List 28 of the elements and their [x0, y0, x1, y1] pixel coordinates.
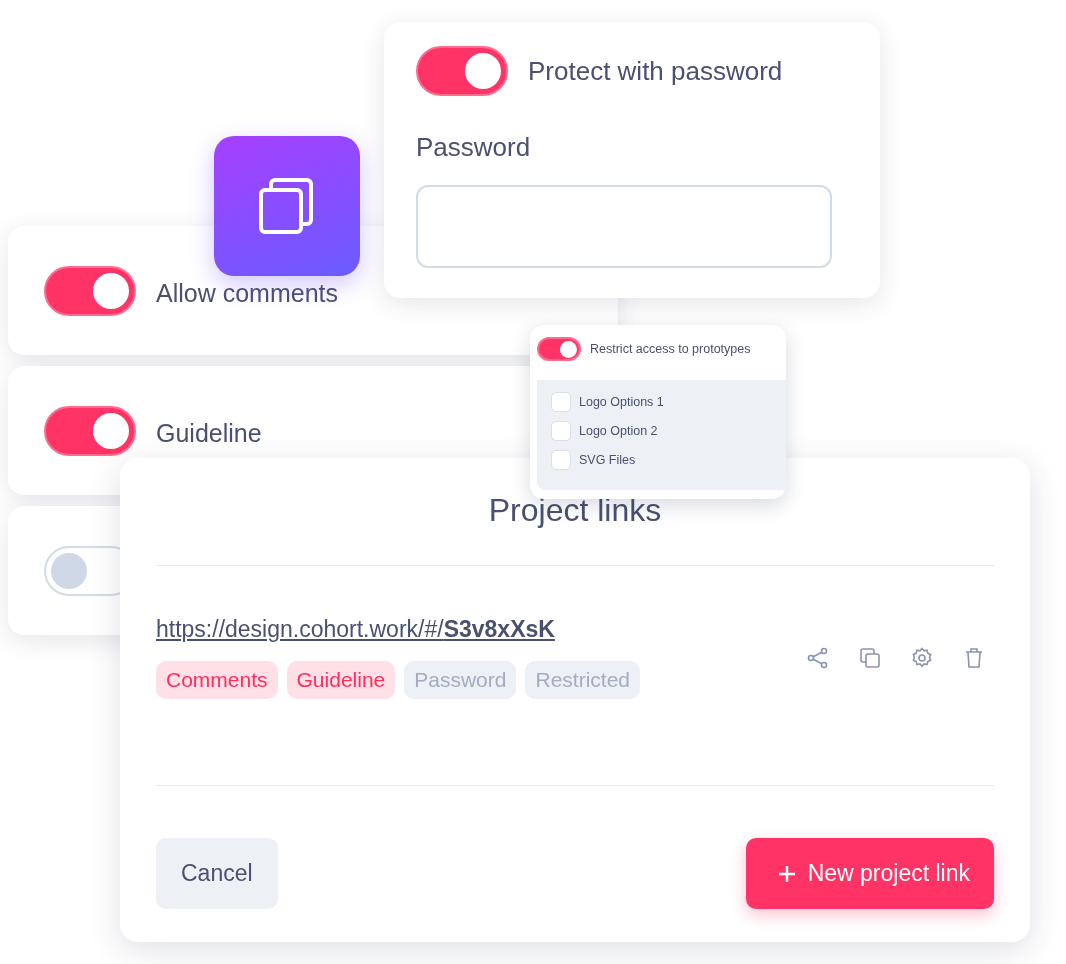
toggle-label: Restrict access to prototypes	[590, 342, 751, 356]
checkbox-label: SVG Files	[579, 453, 636, 467]
toggle-switch[interactable]	[44, 405, 136, 456]
permission-tag: Password	[404, 661, 517, 699]
copy-icon[interactable]	[858, 645, 882, 670]
checkbox-label: Logo Option 2	[579, 424, 658, 438]
checkbox[interactable]	[551, 450, 571, 470]
share-icon[interactable]	[806, 645, 830, 670]
project-link[interactable]: https://design.cohort.work/#/S3v8xXsK	[156, 616, 555, 643]
permission-tag: Restricted	[525, 661, 640, 699]
field-label: Password	[416, 132, 532, 163]
checkbox[interactable]	[551, 392, 571, 412]
permission-tag: Guideline	[286, 661, 396, 699]
permission-tag: Comments	[156, 661, 278, 699]
toggle-switch[interactable]	[416, 46, 508, 96]
settings-icon[interactable]	[910, 645, 934, 670]
toggle-label: Allow comments	[156, 278, 338, 308]
checkbox-label: Logo Options 1	[579, 395, 664, 409]
toggle-label: Protect with password	[528, 55, 783, 87]
new-link-button[interactable]: New project link	[745, 838, 994, 909]
plus-icon	[777, 864, 796, 883]
checkbox[interactable]	[551, 421, 571, 441]
toggle-label: Guideline	[156, 418, 262, 448]
cancel-button[interactable]: Cancel	[156, 838, 278, 909]
password-field[interactable]	[416, 185, 832, 268]
toggle-switch[interactable]	[44, 265, 136, 316]
dialog-title: Project links	[488, 492, 662, 529]
toggle-switch[interactable]	[537, 337, 581, 361]
